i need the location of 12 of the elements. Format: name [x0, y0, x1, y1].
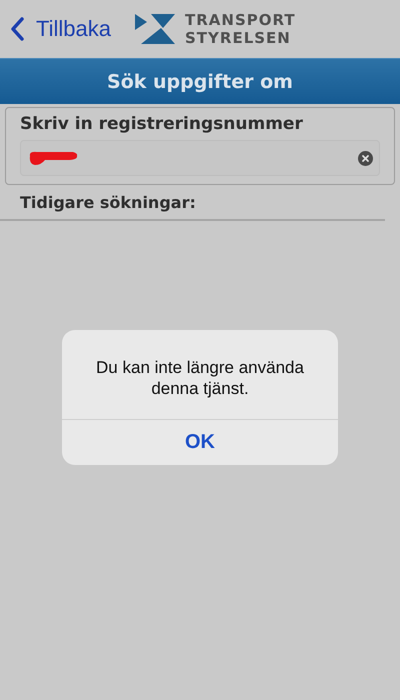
logo-text: TRANSPORT — [185, 11, 296, 29]
ok-button[interactable]: OK — [62, 419, 338, 465]
back-chevron-icon — [10, 17, 24, 41]
header-title: Sök uppgifter om — [107, 70, 293, 92]
input-field[interactable] — [20, 140, 380, 176]
logo-text: STYRELSEN — [185, 29, 292, 47]
section-title: Tidigare sökningar: — [20, 193, 196, 212]
logo-icon — [135, 14, 177, 44]
field-label: Skriv in registreringsnummer — [20, 114, 304, 134]
back-button[interactable]: Tillbaka — [10, 16, 111, 42]
clear-icon[interactable] — [358, 150, 373, 166]
alert-message: Du kan inte längre använda denna tjänst. — [95, 357, 305, 400]
